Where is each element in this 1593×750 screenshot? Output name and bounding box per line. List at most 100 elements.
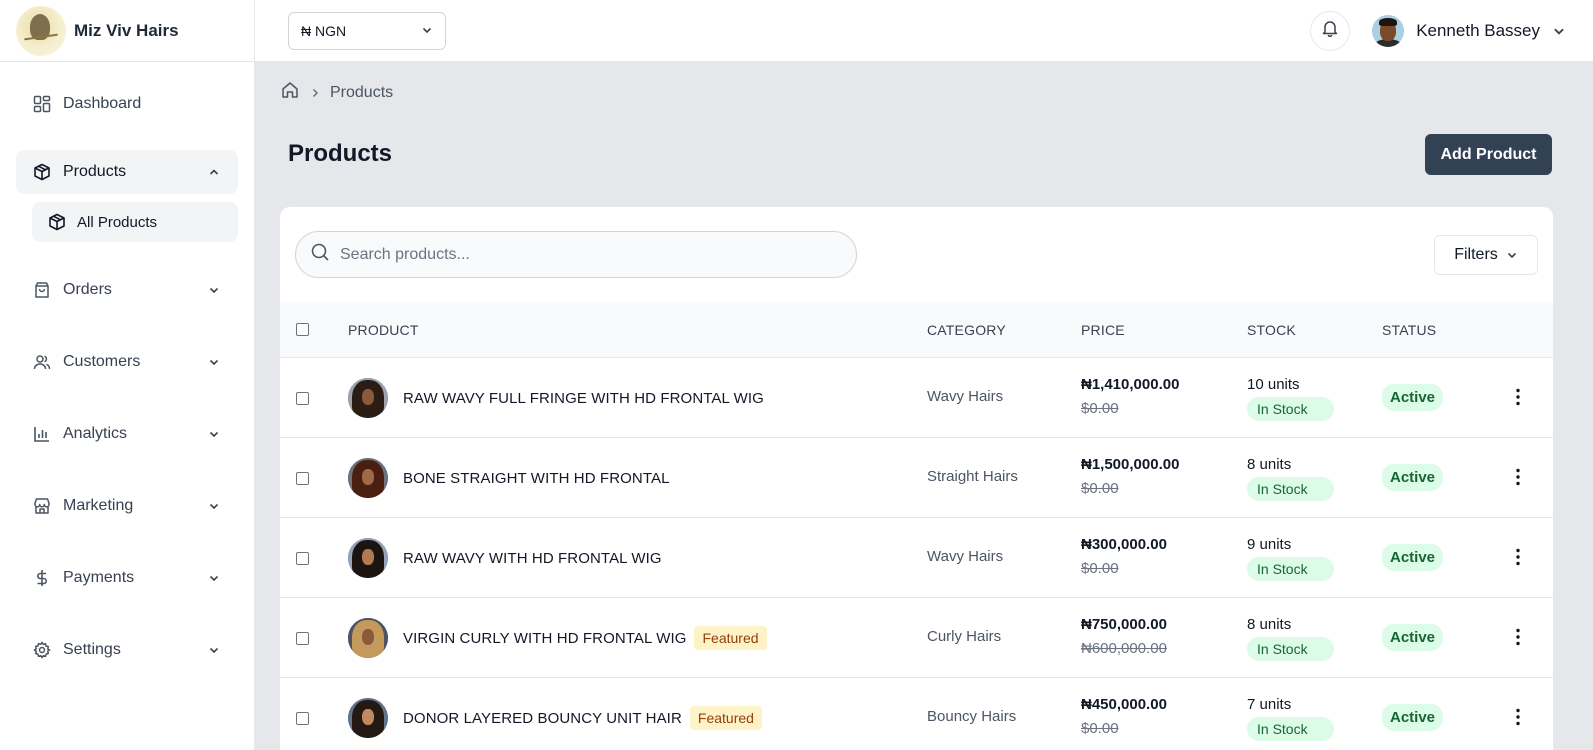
row-checkbox[interactable] — [296, 472, 309, 485]
product-category: Curly Hairs — [927, 628, 1002, 645]
main-content: Products Products Add Product Filters PR… — [255, 62, 1593, 750]
sidebar-item-label: Analytics — [63, 425, 128, 442]
sidebar-item-marketing[interactable]: Marketing — [16, 484, 238, 528]
dollar-icon — [32, 568, 52, 588]
product-name[interactable]: VIRGIN CURLY WITH HD FRONTAL WIG — [403, 630, 686, 647]
product-name[interactable]: BONE STRAIGHT WITH HD FRONTAL — [403, 470, 670, 487]
row-actions-icon[interactable] — [1510, 706, 1526, 728]
header-product[interactable]: PRODUCT — [348, 322, 419, 338]
sidebar-item-label: Payments — [63, 569, 135, 586]
chevron-down-icon — [421, 23, 433, 39]
product-thumbnail — [348, 458, 388, 498]
breadcrumb: Products — [280, 80, 393, 105]
row-actions-icon[interactable] — [1510, 626, 1526, 648]
sidebar-item-label: Products — [63, 163, 127, 180]
row-actions-icon[interactable] — [1510, 386, 1526, 408]
row-actions-icon[interactable] — [1510, 546, 1526, 568]
user-name: Kenneth Bassey — [1416, 20, 1540, 40]
chevron-down-icon — [206, 426, 222, 442]
currency-select[interactable]: ₦ NGN — [288, 11, 446, 50]
chevron-down-icon — [1506, 249, 1518, 261]
product-thumbnail — [348, 618, 388, 658]
box-icon — [48, 212, 68, 232]
product-price: ₦1,500,000.00 — [1081, 456, 1180, 473]
product-old-price: $0.00 — [1081, 720, 1119, 737]
table-row[interactable]: DONOR LAYERED BOUNCY UNIT HAIR Featured … — [280, 678, 1553, 750]
header-status[interactable]: STATUS — [1382, 322, 1436, 338]
sidebar-item-payments[interactable]: Payments — [16, 556, 238, 600]
row-checkbox[interactable] — [296, 712, 309, 725]
product-name[interactable]: RAW WAVY WITH HD FRONTAL WIG — [403, 550, 662, 567]
brand-logo[interactable] — [16, 5, 66, 56]
sidebar-item-dashboard[interactable]: Dashboard — [16, 82, 238, 126]
sidebar-item-customers[interactable]: Customers — [16, 340, 238, 384]
search-icon — [310, 242, 330, 267]
product-name[interactable]: DONOR LAYERED BOUNCY UNIT HAIR — [403, 710, 682, 727]
table-row[interactable]: RAW WAVY WITH HD FRONTAL WIG Wavy Hairs … — [280, 518, 1553, 598]
search-input[interactable] — [340, 245, 820, 264]
sidebar-item-orders[interactable]: Orders — [16, 268, 238, 312]
status-badge: Active — [1382, 704, 1444, 731]
stock-units: 8 units — [1247, 616, 1292, 633]
product-category: Wavy Hairs — [927, 388, 1004, 405]
sidebar-item-label: Marketing — [63, 497, 134, 514]
chevron-right-icon — [310, 88, 320, 98]
stock-badge: In Stock — [1247, 477, 1334, 501]
notifications-button[interactable] — [1310, 10, 1351, 51]
add-product-button[interactable]: Add Product — [1425, 134, 1552, 175]
product-price: ₦300,000.00 — [1081, 536, 1167, 553]
featured-badge: Featured — [694, 626, 767, 650]
user-menu[interactable]: Kenneth Bassey — [1372, 14, 1566, 47]
status-badge: Active — [1382, 464, 1444, 491]
product-category: Bouncy Hairs — [927, 708, 1017, 725]
breadcrumb-current: Products — [330, 83, 394, 101]
chevron-down-icon — [206, 282, 222, 298]
stock-units: 7 units — [1247, 696, 1292, 713]
brand-name: Miz Viv Hairs — [74, 20, 179, 40]
row-actions-icon[interactable] — [1510, 466, 1526, 488]
sidebar: Miz Viv Hairs Dashboard Products All Pro… — [0, 0, 255, 750]
box-icon — [32, 162, 52, 182]
table-row[interactable]: BONE STRAIGHT WITH HD FRONTAL Straight H… — [280, 438, 1553, 518]
filters-button[interactable]: Filters — [1434, 235, 1538, 275]
sidebar-item-products[interactable]: Products — [16, 150, 238, 194]
product-name[interactable]: RAW WAVY FULL FRINGE WITH HD FRONTAL WIG — [403, 390, 764, 407]
sidebar-item-label: Settings — [63, 641, 121, 658]
product-thumbnail — [348, 378, 388, 418]
header-price[interactable]: PRICE — [1081, 322, 1125, 338]
shopping-bag-icon — [32, 280, 52, 300]
filters-label: Filters — [1454, 246, 1498, 263]
table-row[interactable]: VIRGIN CURLY WITH HD FRONTAL WIG Feature… — [280, 598, 1553, 678]
header-stock[interactable]: STOCK — [1247, 322, 1296, 338]
sidebar-item-settings[interactable]: Settings — [16, 628, 238, 672]
status-badge: Active — [1382, 384, 1444, 411]
page-title: Products — [288, 140, 393, 167]
header-category[interactable]: CATEGORY — [927, 322, 1006, 338]
stock-units: 8 units — [1247, 456, 1292, 473]
chevron-down-icon — [206, 570, 222, 586]
product-old-price: $0.00 — [1081, 560, 1119, 577]
select-all-checkbox[interactable] — [296, 323, 309, 336]
row-checkbox[interactable] — [296, 392, 309, 405]
product-price: ₦450,000.00 — [1081, 696, 1167, 713]
topbar: ₦ NGN Kenneth Bassey — [255, 0, 1593, 62]
users-icon — [32, 352, 52, 372]
sidebar-subitem-label: All Products — [77, 213, 158, 231]
chevron-down-icon — [206, 354, 222, 370]
product-price: ₦750,000.00 — [1081, 616, 1167, 633]
row-checkbox[interactable] — [296, 632, 309, 645]
home-icon[interactable] — [280, 80, 300, 105]
dashboard-grid-icon — [32, 94, 52, 114]
sidebar-subitem-all-products[interactable]: All Products — [32, 202, 238, 242]
status-badge: Active — [1382, 624, 1444, 651]
stock-badge: In Stock — [1247, 397, 1334, 421]
chevron-down-icon — [206, 642, 222, 658]
table-row[interactable]: RAW WAVY FULL FRINGE WITH HD FRONTAL WIG… — [280, 358, 1553, 438]
sidebar-item-label: Orders — [63, 281, 112, 298]
sidebar-item-analytics[interactable]: Analytics — [16, 412, 238, 456]
bar-chart-icon — [32, 424, 52, 444]
row-checkbox[interactable] — [296, 552, 309, 565]
status-badge: Active — [1382, 544, 1444, 571]
gear-icon — [32, 640, 52, 660]
chevron-up-icon — [206, 164, 222, 180]
